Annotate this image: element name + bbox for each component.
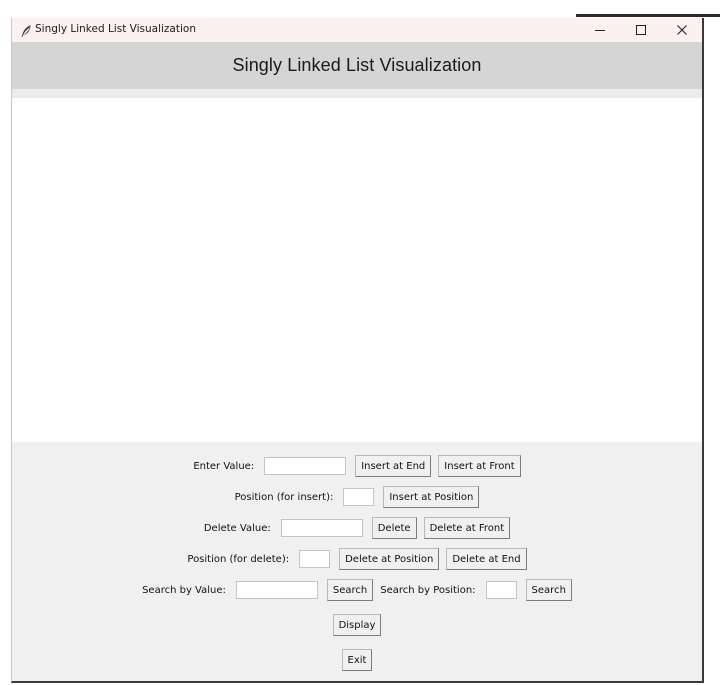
search-by-position-label: Search by Position: xyxy=(380,584,476,596)
insert-position-label: Position (for insert): xyxy=(234,491,334,503)
background-divider xyxy=(576,14,720,17)
search-value-input[interactable] xyxy=(235,581,318,599)
delete-value-input[interactable] xyxy=(280,519,363,537)
control-panel: Enter Value: Insert at End Insert at Fro… xyxy=(12,442,702,681)
delete-at-front-button[interactable]: Delete at Front xyxy=(423,517,511,539)
display-button[interactable]: Display xyxy=(332,614,382,636)
header-bar: Singly Linked List Visualization xyxy=(12,42,702,89)
search-by-value-label: Search by Value: xyxy=(142,584,226,596)
minimize-button[interactable] xyxy=(580,18,620,42)
feather-icon xyxy=(19,23,33,37)
exit-button[interactable]: Exit xyxy=(341,649,373,671)
insert-at-position-button[interactable]: Insert at Position xyxy=(383,486,480,508)
page-title: Singly Linked List Visualization xyxy=(232,55,482,75)
window-title: Singly Linked List Visualization xyxy=(35,23,196,35)
search-position-input[interactable] xyxy=(485,581,517,599)
search-row: Search by Value: Search Search by Positi… xyxy=(12,578,702,602)
title-bar[interactable]: Singly Linked List Visualization xyxy=(12,18,702,42)
close-button[interactable] xyxy=(662,18,702,42)
delete-at-end-button[interactable]: Delete at End xyxy=(446,548,527,570)
delete-at-position-button[interactable]: Delete at Position xyxy=(339,548,440,570)
maximize-button[interactable] xyxy=(621,18,661,42)
insert-at-end-button[interactable]: Insert at End xyxy=(355,455,432,477)
minimize-icon xyxy=(594,21,606,40)
maximize-icon xyxy=(635,21,647,40)
app-window: Singly Linked List Visualization Singly … xyxy=(11,18,704,683)
delete-position-row: Position (for delete): Delete at Positio… xyxy=(12,547,702,571)
insert-position-row: Position (for insert): Insert at Positio… xyxy=(12,485,702,509)
delete-value-row: Delete Value: Delete Delete at Front xyxy=(12,516,702,540)
insert-at-front-button[interactable]: Insert at Front xyxy=(438,455,521,477)
delete-value-label: Delete Value: xyxy=(203,522,271,534)
visualization-canvas[interactable] xyxy=(12,98,702,442)
search-by-value-button[interactable]: Search xyxy=(326,579,374,601)
insert-position-input[interactable] xyxy=(343,488,375,506)
display-row: Display xyxy=(12,613,702,637)
header-separator xyxy=(12,89,702,98)
enter-value-input[interactable] xyxy=(264,457,347,475)
exit-row: Exit xyxy=(12,648,702,672)
delete-button[interactable]: Delete xyxy=(371,517,417,539)
insert-value-row: Enter Value: Insert at End Insert at Fro… xyxy=(12,454,702,478)
search-by-position-button[interactable]: Search xyxy=(525,579,572,601)
enter-value-label: Enter Value: xyxy=(193,460,255,472)
delete-position-label: Position (for delete): xyxy=(187,553,290,565)
close-icon xyxy=(676,21,688,40)
delete-position-input[interactable] xyxy=(299,550,331,568)
